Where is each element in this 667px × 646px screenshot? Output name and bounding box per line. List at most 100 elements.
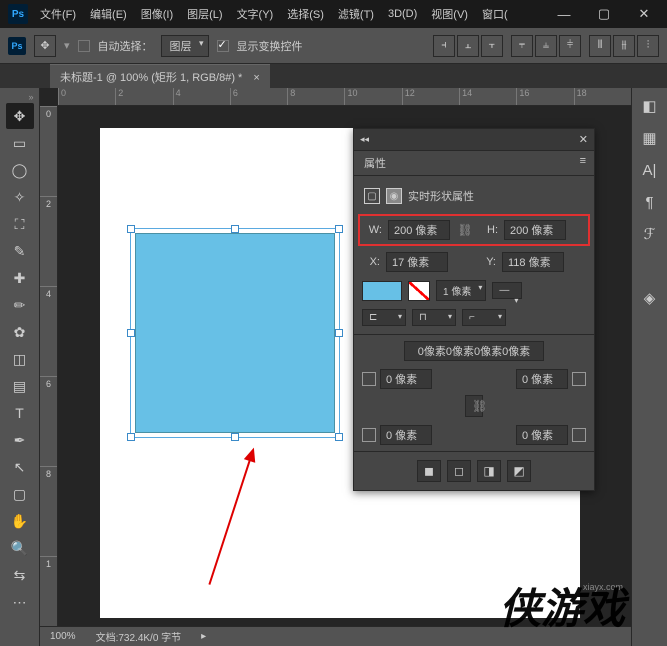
corner-tl-input[interactable]: [380, 369, 432, 389]
lasso-tool[interactable]: ◯: [6, 157, 34, 183]
stroke-caps-dropdown[interactable]: ⊓: [412, 309, 456, 326]
toolbox-expand-icon[interactable]: »: [6, 92, 34, 102]
crop-tool[interactable]: ⛶: [6, 211, 34, 237]
menu-edit[interactable]: 编辑(E): [88, 6, 129, 22]
ruler-vertical: 02 46 81: [40, 106, 58, 646]
x-input[interactable]: [386, 252, 448, 272]
menu-filter[interactable]: 滤镜(T): [336, 6, 376, 22]
zoom-tool[interactable]: 🔍: [6, 535, 34, 561]
corner-br-icon: [572, 428, 586, 442]
menu-3d[interactable]: 3D(D): [386, 8, 419, 20]
panel-options-icon[interactable]: ≡: [572, 151, 594, 175]
transform-box[interactable]: [130, 228, 340, 438]
handle-top-right[interactable]: [335, 225, 343, 233]
window-close[interactable]: ✕: [629, 6, 659, 22]
link-corners-icon[interactable]: ⛓: [465, 395, 483, 417]
fill-color-swatch[interactable]: [362, 281, 402, 301]
path-select-tool[interactable]: ↖: [6, 454, 34, 480]
shape-tool[interactable]: ▢: [6, 481, 34, 507]
handle-mid-right[interactable]: [335, 329, 343, 337]
menu-type[interactable]: 文字(Y): [235, 6, 276, 22]
y-input[interactable]: [502, 252, 564, 272]
stamp-tool[interactable]: ✿: [6, 319, 34, 345]
handle-bot-left[interactable]: [127, 433, 135, 441]
path-subtract-icon[interactable]: ◻: [447, 460, 471, 482]
type-tool[interactable]: T: [6, 400, 34, 426]
zoom-level[interactable]: 100%: [50, 631, 76, 642]
window-minimize[interactable]: —: [549, 7, 579, 22]
hand-tool[interactable]: ✋: [6, 508, 34, 534]
home-icon[interactable]: Ps: [8, 37, 26, 55]
brush-tool[interactable]: ✏: [6, 292, 34, 318]
show-transform-checkbox[interactable]: [217, 40, 229, 52]
align-right-icon[interactable]: ⫟: [481, 35, 503, 57]
menu-select[interactable]: 选择(S): [285, 6, 326, 22]
y-label: Y:: [478, 256, 496, 268]
align-buttons: ⫞ ⫠ ⫟: [433, 35, 503, 57]
width-input[interactable]: [388, 220, 450, 240]
color-panel-icon[interactable]: ◧: [640, 96, 660, 116]
layers-panel-icon[interactable]: ◈: [640, 288, 660, 308]
distribute-h-icon[interactable]: ⫴: [589, 35, 611, 57]
stroke-width-input[interactable]: 1 像素: [436, 280, 486, 301]
eyedropper-tool[interactable]: ✎: [6, 238, 34, 264]
document-info[interactable]: 文档:732.4K/0 字节: [96, 629, 182, 644]
eraser-tool[interactable]: ◫: [6, 346, 34, 372]
distribute-v-icon[interactable]: ⫵: [613, 35, 635, 57]
more-tools-icon[interactable]: ⋯: [6, 589, 34, 615]
distribute-3-icon[interactable]: ⫶: [637, 35, 659, 57]
marquee-tool[interactable]: ▭: [6, 130, 34, 156]
link-wh-icon[interactable]: ⛓: [456, 223, 474, 237]
panel-collapse-icon[interactable]: ◂◂: [360, 134, 369, 145]
stroke-corners-dropdown[interactable]: ⌐: [462, 309, 506, 326]
corner-bl-input[interactable]: [380, 425, 432, 445]
handle-top-mid[interactable]: [231, 225, 239, 233]
move-tool-icon[interactable]: ✥: [34, 35, 56, 57]
character-panel-icon[interactable]: A|: [640, 160, 660, 180]
status-bar: 100% 文档:732.4K/0 字节 ▸: [40, 626, 631, 646]
window-maximize[interactable]: ▢: [589, 6, 619, 22]
tab-close-icon[interactable]: ×: [253, 72, 259, 84]
menu-layer[interactable]: 图层(L): [185, 6, 224, 22]
magic-wand-tool[interactable]: ✧: [6, 184, 34, 210]
menu-window[interactable]: 窗口(: [480, 6, 510, 22]
align-center-h-icon[interactable]: ⫠: [457, 35, 479, 57]
info-expand-icon[interactable]: ▸: [201, 631, 206, 642]
move-tool[interactable]: ✥: [6, 103, 34, 129]
stroke-style-dropdown[interactable]: —: [492, 282, 522, 299]
gradient-tool[interactable]: ▤: [6, 373, 34, 399]
auto-select-target-dropdown[interactable]: 图层: [161, 35, 209, 57]
menu-view[interactable]: 视图(V): [429, 6, 470, 22]
show-transform-label: 显示变换控件: [237, 38, 303, 54]
path-exclude-icon[interactable]: ◩: [507, 460, 531, 482]
swatches-panel-icon[interactable]: ▦: [640, 128, 660, 148]
handle-mid-left[interactable]: [127, 329, 135, 337]
path-combine-icon[interactable]: ◼: [417, 460, 441, 482]
handle-top-left[interactable]: [127, 225, 135, 233]
corner-br-input[interactable]: [516, 425, 568, 445]
heal-tool[interactable]: ✚: [6, 265, 34, 291]
menu-image[interactable]: 图像(I): [139, 6, 175, 22]
brushes-panel-icon[interactable]: ℱ: [640, 224, 660, 244]
align-left-icon[interactable]: ⫞: [433, 35, 455, 57]
handle-bot-mid[interactable]: [231, 433, 239, 441]
pen-tool[interactable]: ✒: [6, 427, 34, 453]
align-top-icon[interactable]: ⫧: [511, 35, 533, 57]
path-intersect-icon[interactable]: ◨: [477, 460, 501, 482]
properties-tab[interactable]: 属性: [354, 151, 396, 175]
panel-menu-icon[interactable]: ✕: [579, 133, 588, 146]
stroke-align-dropdown[interactable]: ⊏: [362, 309, 406, 326]
stroke-color-swatch[interactable]: [408, 281, 430, 301]
align-bottom-icon[interactable]: ⫩: [559, 35, 581, 57]
height-input[interactable]: [504, 220, 566, 240]
auto-select-checkbox[interactable]: [78, 40, 90, 52]
corner-tr-input[interactable]: [516, 369, 568, 389]
align-center-v-icon[interactable]: ⫨: [535, 35, 557, 57]
corners-summary-input[interactable]: [404, 341, 544, 361]
menu-file[interactable]: 文件(F): [38, 6, 78, 22]
swap-colors-icon[interactable]: ⇆: [6, 562, 34, 588]
paragraph-panel-icon[interactable]: ¶: [640, 192, 660, 212]
handle-bot-right[interactable]: [335, 433, 343, 441]
document-tab[interactable]: 未标题-1 @ 100% (矩形 1, RGB/8#) * ×: [50, 64, 270, 89]
corner-bl-icon: [362, 428, 376, 442]
